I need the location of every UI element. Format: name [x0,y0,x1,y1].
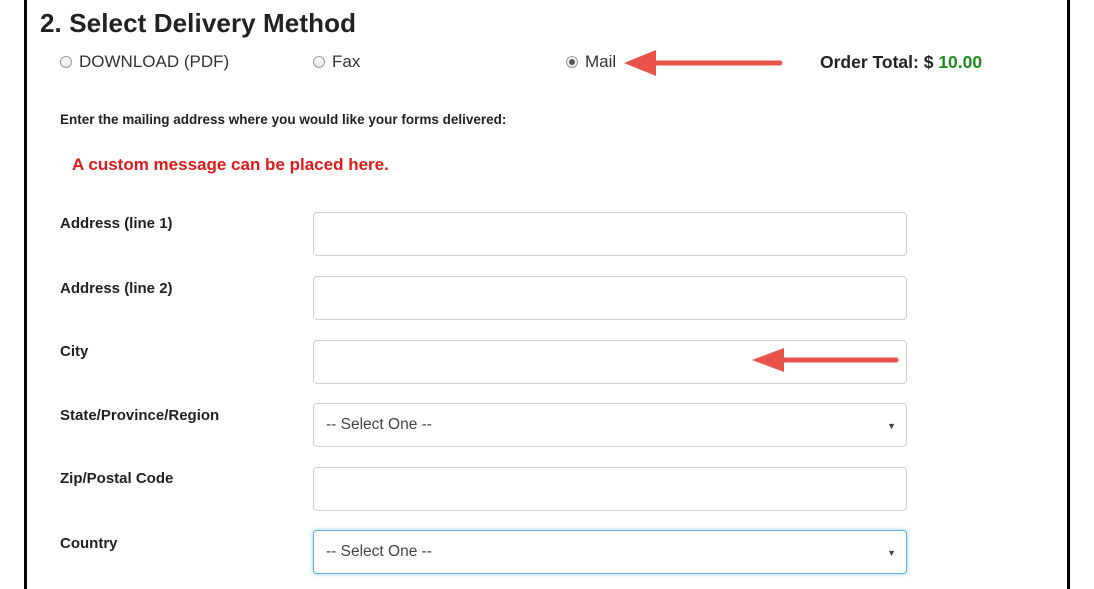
arrow-annotation-mail [624,50,783,76]
delivery-option-download[interactable]: DOWNLOAD (PDF) [60,52,229,72]
address2-input[interactable] [313,276,907,320]
city-label: City [60,343,89,360]
order-total: Order Total: $ 10.00 [820,52,982,73]
state-label: State/Province/Region [60,407,220,424]
country-select-value: -- Select One -- [326,543,432,560]
radio-download[interactable] [60,56,72,68]
left-border [24,0,27,589]
address1-input[interactable] [313,212,907,256]
country-label: Country [60,535,118,552]
custom-message: A custom message can be placed here. [72,155,389,174]
arrow-annotation-city [752,348,899,372]
mailing-instructions: Enter the mailing address where you woul… [60,112,507,127]
country-select[interactable]: -- Select One -- ▼ [313,530,907,574]
order-total-label: Order Total: $ [820,52,939,72]
delivery-option-fax[interactable]: Fax [313,52,360,72]
chevron-down-icon: ▼ [887,421,896,431]
delivery-option-mail-label: Mail [585,52,617,71]
delivery-option-fax-label: Fax [332,52,361,71]
radio-mail[interactable] [566,56,578,68]
radio-fax[interactable] [313,56,325,68]
delivery-option-download-label: DOWNLOAD (PDF) [79,52,230,71]
right-border [1067,0,1070,589]
state-select[interactable]: -- Select One -- ▼ [313,403,907,447]
address1-label: Address (line 1) [60,215,173,232]
delivery-option-mail[interactable]: Mail [566,52,616,72]
zip-input[interactable] [313,467,907,511]
address2-label: Address (line 2) [60,280,173,297]
chevron-down-icon: ▼ [887,548,896,558]
order-total-amount: 10.00 [938,52,983,72]
zip-label: Zip/Postal Code [60,470,174,487]
state-select-value: -- Select One -- [326,416,432,433]
section-title: 2. Select Delivery Method [40,8,357,38]
